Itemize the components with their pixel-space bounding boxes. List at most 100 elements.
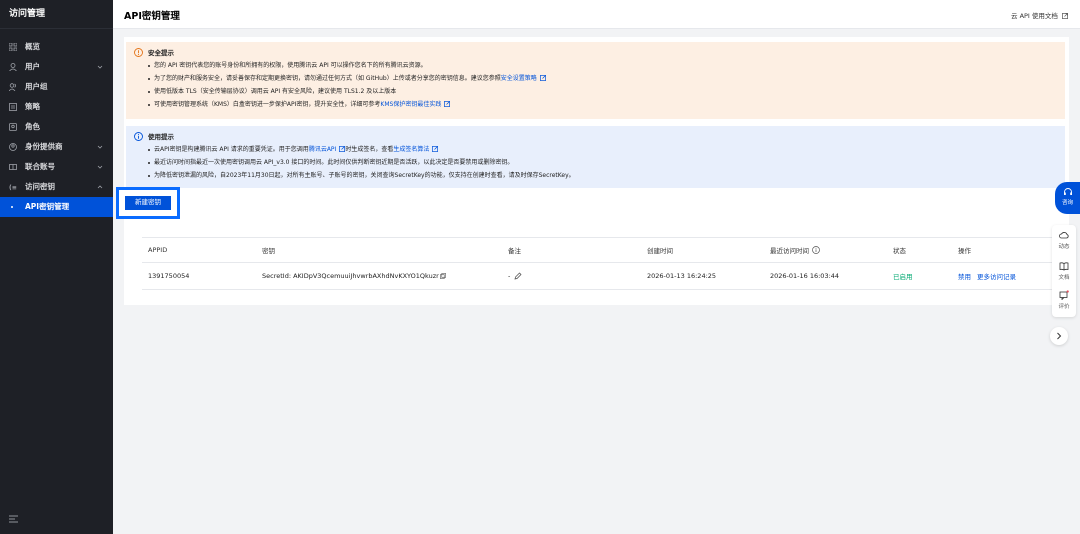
headset-icon — [1063, 188, 1072, 195]
list-item: 最近访问时间指最近一次使用密钥调用云 API_v3.0 接口的时间。此时间仅供判… — [146, 156, 1055, 169]
notice-text: 云API密钥是构建腾讯云 API 请求的重要凭证。用于您调用 — [154, 146, 309, 153]
new-key-button-highlight: 新建密钥 — [116, 187, 180, 219]
feedback-button[interactable]: 评价 — [1052, 290, 1076, 310]
dot-icon — [11, 206, 13, 208]
secret-id-value: SecretId: AKIDpV3QcemuuiJhvwrbAXhdNvKXYO… — [262, 272, 439, 280]
copy-icon[interactable] — [439, 273, 446, 279]
chevron-right-icon — [1057, 332, 1062, 340]
more-access-records-link[interactable]: 更多访问记录 — [977, 271, 1016, 281]
docs-button[interactable]: 文档 — [1052, 261, 1076, 281]
api-doc-link[interactable]: 云 API 使用文档 — [1011, 10, 1068, 20]
expand-toolbar-button[interactable] — [1050, 327, 1068, 345]
svg-text:(≡): (≡) — [9, 185, 17, 192]
cloud-refresh-icon — [1059, 232, 1069, 239]
external-link-icon — [539, 75, 546, 81]
remark-value: - — [508, 272, 511, 280]
sidebar-item-label: 策略 — [25, 102, 40, 111]
sidebar-item-label: 身份提供商 — [25, 142, 63, 151]
list-item: 可使用密钥管理系统（KMS）白盒密钥进一步保护API密钥，提升安全性，详细可参考… — [146, 98, 1055, 111]
notice-text: 可使用密钥管理系统（KMS）白盒密钥进一步保护API密钥，提升安全性，详细可参考 — [154, 101, 381, 108]
main-card: 安全提示 您的 API 密钥代表您的账号身份和所拥有的权限，使用腾讯云 API … — [116, 37, 1069, 305]
notice-text: 最近访问时间指最近一次使用密钥调用云 API_v3.0 接口的时间。此时间仅供判… — [154, 159, 514, 166]
column-header: 最近访问时间 — [770, 247, 809, 255]
list-item: 为了您的财产和服务安全，请妥善保存和定期更换密钥，请勿通过任何方式（如 GitH… — [146, 72, 1055, 85]
identity-provider-icon — [9, 143, 17, 151]
sidebar-item-user-groups[interactable]: 用户组 — [0, 77, 113, 97]
floating-toolbar: 动态 文档 评价 — [1052, 225, 1076, 317]
sidebar-item-label: 联合账号 — [25, 162, 55, 171]
column-header: APPID — [148, 246, 168, 254]
last-access-cell: 2026-01-16 16:03:44 — [770, 272, 840, 280]
appid-cell: 1391750054 — [148, 272, 190, 280]
key-icon: (≡) — [9, 185, 17, 192]
usage-notice: 使用提示 云API密钥是构建腾讯云 API 请求的重要凭证。用于您调用腾讯云AP… — [126, 126, 1065, 188]
security-notice-title: 安全提示 — [148, 49, 174, 57]
sidebar-item-overview[interactable]: 概览 — [0, 37, 113, 57]
user-icon — [9, 63, 17, 71]
info-icon — [134, 132, 143, 141]
sidebar-item-label: 概览 — [25, 42, 40, 51]
edit-icon[interactable] — [514, 272, 522, 280]
chevron-down-icon — [97, 65, 103, 69]
sidebar-item-label: API密钥管理 — [25, 202, 70, 211]
sidebar-item-users[interactable]: 用户 — [0, 57, 113, 77]
notice-text: 时生成签名，查看 — [345, 146, 394, 153]
users-icon — [9, 83, 16, 91]
api-key-table: APPID 密钥 备注 创建时间 最近访问时间 状态 操作 1391750054… — [142, 237, 1062, 290]
column-header: 操作 — [958, 247, 971, 255]
security-policy-link[interactable]: 安全设置策略 — [501, 75, 537, 82]
status-badge: 已启用 — [893, 273, 913, 281]
docs-label: 文档 — [1058, 275, 1070, 281]
policy-icon — [9, 103, 17, 111]
sidebar-item-policies[interactable]: 策略 — [0, 97, 113, 117]
api-doc-link-label: 云 API 使用文档 — [1011, 12, 1058, 20]
list-item: 为降低密钥泄漏的风险，自2023年11月30日起，对所有主账号、子账号的密钥，关… — [146, 169, 1055, 182]
info-icon[interactable] — [812, 246, 820, 254]
external-link-icon — [1062, 13, 1068, 19]
tencent-cloud-api-link[interactable]: 腾讯云API — [309, 146, 337, 153]
page-title: API密钥管理 — [124, 11, 180, 22]
collapse-menu-icon[interactable] — [9, 515, 18, 523]
kms-best-practice-link[interactable]: KMS保护密钥最佳实践 — [380, 101, 441, 108]
sidebar-item-federated-accounts[interactable]: 联合账号 — [0, 157, 113, 177]
consult-label: 咨询 — [1061, 200, 1073, 206]
sidebar: 访问管理 概览 用户 用户组 策略 角色 身份提供商 联合账号 (≡ 访问密钥 … — [0, 0, 113, 534]
sidebar-item-api-key-management[interactable]: API密钥管理 — [0, 197, 113, 217]
page-header: API密钥管理 云 API 使用文档 — [113, 0, 1080, 29]
federation-icon — [9, 164, 17, 170]
new-key-button[interactable]: 新建密钥 — [125, 196, 171, 210]
notice-text: 使用低版本 TLS（安全传输层协议）调用云 API 有安全风险，建议使用 TLS… — [154, 88, 397, 95]
book-icon — [1059, 262, 1069, 271]
sidebar-item-label: 角色 — [25, 122, 40, 131]
sidebar-item-label: 访问密钥 — [25, 182, 55, 191]
created-time-cell: 2026-01-13 16:24:25 — [647, 272, 717, 280]
secret-id-cell: SecretId: AKIDpV3QcemuuiJhvwrbAXhdNvKXYO… — [262, 263, 446, 289]
external-link-icon — [444, 101, 451, 107]
notice-text: 为了您的财产和服务安全，请妥善保存和定期更换密钥，请勿通过任何方式（如 GitH… — [154, 75, 501, 82]
disable-link[interactable]: 禁用 — [958, 271, 971, 281]
warning-icon — [134, 48, 143, 57]
chevron-up-icon — [97, 185, 103, 189]
column-header: 创建时间 — [647, 247, 673, 255]
actions-cell: 禁用 更多访问记录 — [958, 263, 1022, 289]
list-item: 您的 API 密钥代表您的账号身份和所拥有的权限，使用腾讯云 API 可以操作您… — [146, 59, 1055, 72]
role-icon — [9, 123, 17, 131]
chevron-down-icon — [97, 165, 103, 169]
usage-notice-title: 使用提示 — [148, 133, 174, 141]
consult-button[interactable]: 咨询 — [1055, 182, 1080, 214]
security-notice: 安全提示 您的 API 密钥代表您的账号身份和所拥有的权限，使用腾讯云 API … — [126, 42, 1065, 119]
sidebar-item-identity-providers[interactable]: 身份提供商 — [0, 137, 113, 157]
list-item: 使用低版本 TLS（安全传输层协议）调用云 API 有安全风险，建议使用 TLS… — [146, 85, 1055, 98]
sidebar-title: 访问管理 — [0, 0, 113, 29]
sidebar-item-label: 用户 — [25, 62, 40, 71]
notice-text: 为降低密钥泄漏的风险，自2023年11月30日起，对所有主账号、子账号的密钥，关… — [154, 172, 575, 179]
column-header: 密钥 — [262, 247, 275, 255]
news-button[interactable]: 动态 — [1052, 230, 1076, 250]
sidebar-item-roles[interactable]: 角色 — [0, 117, 113, 137]
table-header: APPID 密钥 备注 创建时间 最近访问时间 状态 操作 — [142, 237, 1062, 263]
sidebar-item-access-keys[interactable]: (≡) 访问密钥 — [0, 177, 113, 197]
table-row: 1391750054 SecretId: AKIDpV3QcemuuiJhvwr… — [142, 263, 1062, 290]
column-header: 备注 — [508, 247, 521, 255]
feedback-icon — [1059, 290, 1069, 300]
signature-algorithm-link[interactable]: 生成签名算法 — [393, 146, 429, 153]
